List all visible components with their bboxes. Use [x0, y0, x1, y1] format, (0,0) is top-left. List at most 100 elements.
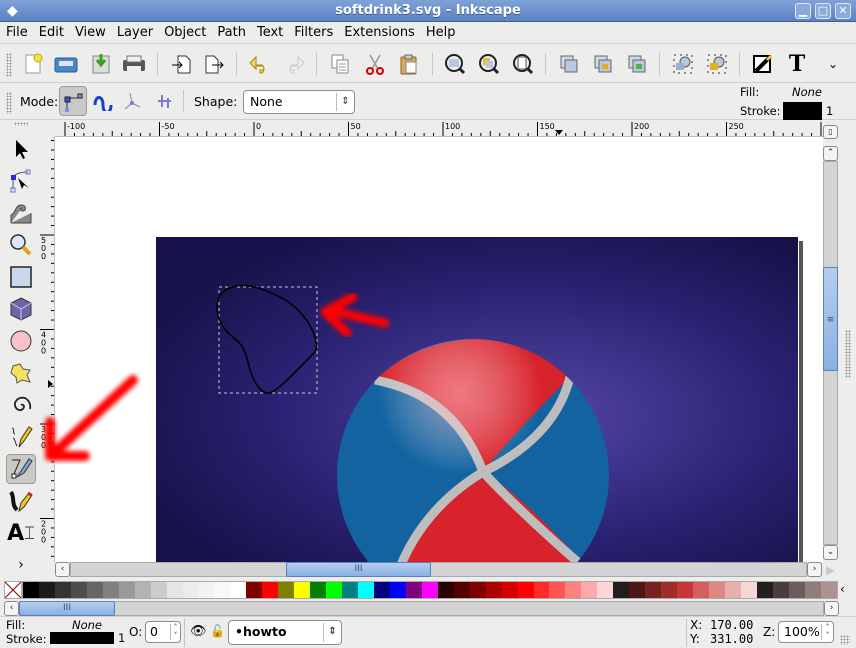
palette-swatch[interactable]: [756, 582, 773, 598]
palette-swatch[interactable]: [772, 582, 789, 598]
scroll-down-button[interactable]: ⌄: [823, 545, 838, 560]
mode-spiro-button[interactable]: [89, 86, 117, 116]
palette-swatch[interactable]: [246, 582, 263, 598]
palette-swatch[interactable]: [517, 582, 534, 598]
horizontal-ruler[interactable]: -100-5005010015020025030: [55, 120, 823, 137]
palette-swatch[interactable]: [23, 582, 39, 598]
palette-swatch[interactable]: [485, 582, 502, 598]
menu-object[interactable]: Object: [158, 22, 211, 40]
mode-regular-bezier-button[interactable]: [59, 86, 87, 116]
layer-visibility-eye-icon[interactable]: 👁: [190, 624, 207, 639]
tool-node-editor[interactable]: [6, 166, 36, 196]
tool-calligraphy[interactable]: [6, 486, 36, 516]
print-button[interactable]: [121, 51, 147, 77]
status-fill-value[interactable]: None: [72, 618, 102, 632]
more-toolbar-button[interactable]: ⌄: [820, 51, 846, 77]
palette-swatch[interactable]: [788, 582, 805, 598]
menu-file[interactable]: File: [0, 22, 33, 40]
maximize-button[interactable]: □: [815, 3, 831, 19]
palette-swatch[interactable]: [437, 582, 454, 598]
menu-help[interactable]: Help: [420, 22, 461, 40]
zoom-drawing-button[interactable]: [476, 51, 502, 77]
palette-swatch[interactable]: [645, 582, 662, 598]
palette-swatch[interactable]: [677, 582, 694, 598]
vertical-scroll-thumb[interactable]: ≡: [823, 267, 838, 371]
no-paint-swatch[interactable]: [4, 581, 22, 599]
palette-scroll-left[interactable]: ‹: [4, 601, 19, 616]
text-font-button[interactable]: T: [784, 51, 810, 77]
menu-layer[interactable]: Layer: [111, 22, 158, 40]
palette-menu-icon[interactable]: ‹: [840, 582, 845, 596]
ungroup-button[interactable]: [704, 51, 730, 77]
tool-selector[interactable]: [6, 134, 36, 164]
palette-swatch[interactable]: [597, 582, 614, 598]
open-button[interactable]: [53, 51, 79, 77]
palette-swatch[interactable]: [453, 582, 470, 598]
tool-3d-box[interactable]: [6, 294, 36, 324]
palette-swatch[interactable]: [740, 582, 757, 598]
palette-swatch[interactable]: [804, 582, 821, 598]
dock-grip[interactable]: [845, 330, 851, 378]
menu-view[interactable]: View: [69, 22, 111, 40]
horizontal-scroll-thumb[interactable]: III: [286, 562, 431, 577]
menu-edit[interactable]: Edit: [33, 22, 69, 40]
palette-swatch[interactable]: [278, 582, 295, 598]
clone-button[interactable]: [590, 51, 616, 77]
palette-swatch[interactable]: [262, 582, 279, 598]
vertical-scrollbar[interactable]: ▯ ⌃ ≡ ⌄: [823, 125, 839, 562]
palette-swatch[interactable]: [182, 582, 199, 598]
palette-scrollbar[interactable]: ‹ III ›: [4, 601, 840, 616]
opacity-spinner[interactable]: 0 ˄ ˅: [145, 621, 181, 643]
palette-swatch[interactable]: [693, 582, 709, 598]
shape-select[interactable]: None ⇕: [243, 90, 355, 114]
mode-paraxial-button[interactable]: [150, 86, 178, 116]
scroll-up-button[interactable]: ⌃: [823, 146, 838, 161]
palette-swatch[interactable]: [102, 582, 119, 598]
palette-scroll-trough[interactable]: [19, 601, 824, 616]
zoom-selection-button[interactable]: [442, 51, 468, 77]
redo-button[interactable]: [281, 51, 307, 77]
group-button[interactable]: [670, 51, 696, 77]
toolbar-grip[interactable]: [6, 92, 12, 114]
menu-extensions[interactable]: Extensions: [338, 22, 420, 40]
palette-swatch[interactable]: [373, 582, 390, 598]
palette-swatch[interactable]: [469, 582, 486, 598]
cut-button[interactable]: [362, 51, 388, 77]
palette-swatch[interactable]: [118, 582, 135, 598]
toolbox-grip[interactable]: [14, 122, 28, 126]
menu-text[interactable]: Text: [251, 22, 288, 40]
palette-swatch[interactable]: [613, 582, 630, 598]
scroll-left-button[interactable]: ‹: [55, 562, 70, 577]
menu-path[interactable]: Path: [211, 22, 251, 40]
palette-swatch[interactable]: [501, 582, 518, 598]
palette-swatch[interactable]: [549, 582, 566, 598]
paste-button[interactable]: [396, 51, 422, 77]
tool-tweak[interactable]: [6, 198, 36, 228]
minimize-button[interactable]: ▁: [795, 3, 811, 19]
palette-swatch[interactable]: [294, 582, 311, 598]
horizontal-scrollbar[interactable]: ‹ III ›: [55, 562, 823, 578]
fill-stroke-button[interactable]: [750, 51, 776, 77]
vertical-ruler[interactable]: 500400300200: [38, 137, 55, 562]
palette-swatch[interactable]: [533, 582, 550, 598]
palette-swatch[interactable]: [724, 582, 741, 598]
undo-button[interactable]: [247, 51, 273, 77]
palette-swatch[interactable]: [70, 582, 87, 598]
palette-swatch[interactable]: [134, 582, 151, 598]
palette-swatch[interactable]: [421, 582, 438, 598]
horizontal-scroll-trough[interactable]: [70, 562, 807, 577]
tool-rectangle[interactable]: [6, 262, 36, 292]
palette-swatch[interactable]: [198, 582, 215, 598]
scroll-right-button[interactable]: ›: [807, 562, 822, 577]
menu-filters[interactable]: Filters: [288, 22, 338, 40]
palette-swatch[interactable]: [342, 582, 359, 598]
palette-swatch[interactable]: [661, 582, 678, 598]
palette-swatch[interactable]: [358, 582, 374, 598]
palette-swatch[interactable]: [86, 582, 103, 598]
zoom-page-button[interactable]: [510, 51, 536, 77]
tool-zoom[interactable]: [6, 230, 36, 260]
palette-swatch[interactable]: [708, 582, 725, 598]
unlink-clone-button[interactable]: [624, 51, 650, 77]
toolbox-more-button[interactable]: ›: [6, 550, 36, 580]
stroke-swatch[interactable]: [783, 102, 822, 120]
